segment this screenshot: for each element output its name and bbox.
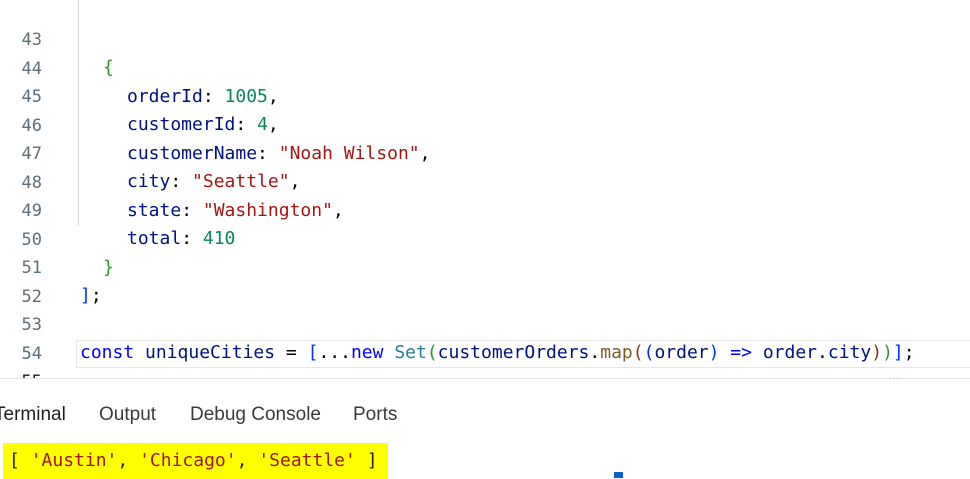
- code-line[interactable]: 44 orderId: 1005,: [0, 27, 970, 107]
- terminal-output[interactable]: [ 'Austin', 'Chicago', 'Seattle' ]: [3, 443, 388, 479]
- code-line[interactable]: 51 ];: [0, 226, 970, 306]
- code-line[interactable]: 45 customerId: 4,: [0, 55, 970, 135]
- tab-ports[interactable]: Ports: [353, 403, 397, 427]
- output-open: [: [9, 450, 31, 471]
- code-line[interactable]: 46 customerName: "Noah Wilson",: [0, 84, 970, 164]
- output-item: 'Chicago': [139, 450, 237, 471]
- line-number: 55: [0, 368, 42, 378]
- tab-debug-console[interactable]: Debug Console: [190, 403, 321, 427]
- code-line[interactable]: 43 {: [0, 0, 970, 78]
- code-line[interactable]: 52: [0, 255, 970, 307]
- output-close: ]: [355, 450, 378, 471]
- code-line[interactable]: 49 total: 410: [0, 169, 970, 249]
- output-sep: ,: [117, 450, 140, 471]
- bottom-panel: Terminal Output Debug Console Ports [ 'A…: [0, 379, 970, 479]
- output-item: 'Seattle': [258, 450, 356, 471]
- tab-output[interactable]: Output: [99, 403, 156, 427]
- code-line[interactable]: 54: [0, 312, 970, 364]
- code-line[interactable]: 47 city: "Seattle",: [0, 112, 970, 192]
- code-line[interactable]: 50 }: [0, 198, 970, 278]
- terminal-cursor: [614, 472, 623, 478]
- output-item: 'Austin': [30, 450, 118, 471]
- tab-terminal[interactable]: Terminal: [0, 403, 66, 427]
- output-sep: ,: [236, 450, 259, 471]
- code-line[interactable]: 48 state: "Washington",: [0, 141, 970, 221]
- code-editor[interactable]: 43 { 44 orderId: 1005, 45 customerId: 4,…: [0, 0, 970, 378]
- code-line[interactable]: 55 console.log(uniqueCities);: [0, 340, 970, 378]
- code-line[interactable]: 53 const uniqueCities = [...new Set(cust…: [0, 283, 970, 363]
